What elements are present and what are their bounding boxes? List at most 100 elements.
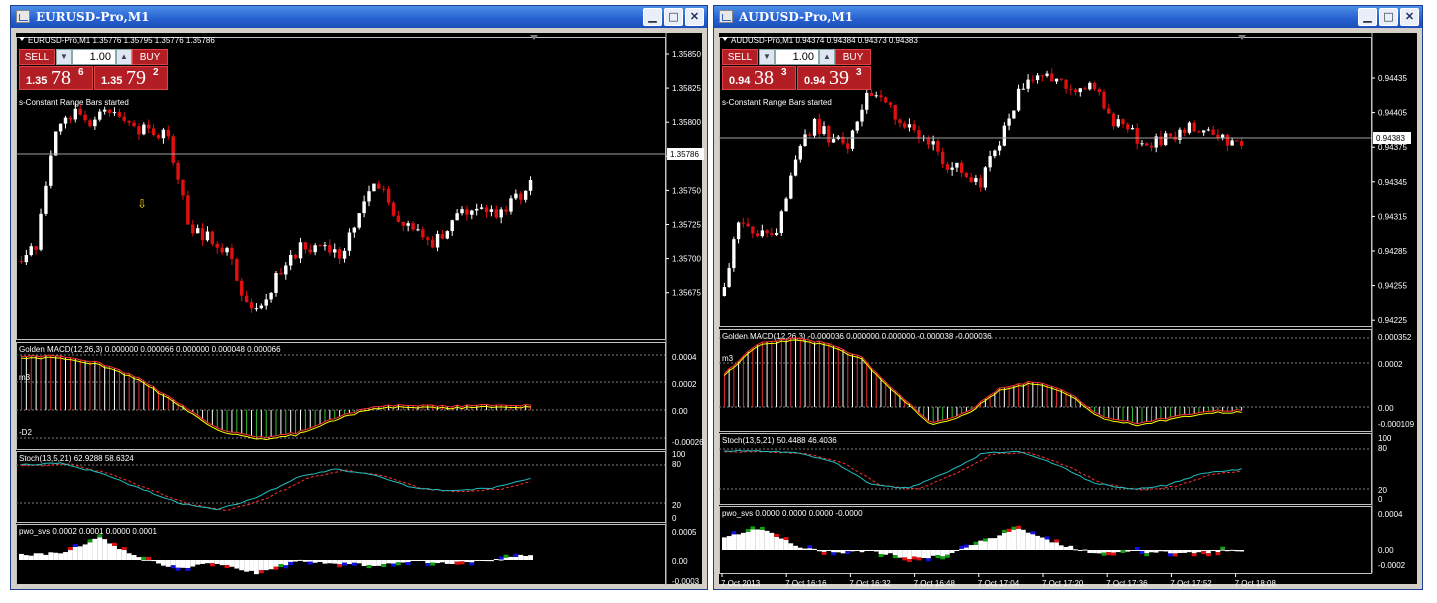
candle-body — [1202, 130, 1206, 133]
bid-price-pips: 78 — [51, 67, 71, 89]
pwo-axis-label: 0.0004 — [1378, 510, 1403, 519]
lot-decrease-button[interactable]: ▼ — [759, 49, 775, 65]
chart-client-area[interactable]: EURUSD-Pro,M1 1.35776 1.35795 1.35776 1.… — [16, 33, 704, 586]
pwo-histogram-bar — [464, 560, 470, 563]
pane-border — [16, 342, 666, 450]
candle-body — [1002, 125, 1007, 146]
pwo-signal-mark — [1134, 546, 1140, 550]
candle-body — [1220, 134, 1225, 138]
candle-body — [874, 95, 878, 97]
pwo-histogram-bar — [136, 557, 142, 560]
pwo-histogram-bar — [883, 550, 889, 555]
candle-body — [465, 209, 469, 215]
pwo-histogram-bar — [400, 560, 406, 563]
pwo-signal-mark — [391, 563, 396, 567]
pwo-histogram-bar — [935, 550, 941, 556]
pwo-axis-label: 0.00 — [672, 557, 688, 566]
sell-button[interactable]: SELL — [19, 49, 55, 65]
pwo-histogram-bar — [160, 560, 166, 566]
pwo-histogram-bar — [807, 548, 813, 550]
maximize-button[interactable]: □ — [1379, 8, 1398, 26]
pwo-signal-mark — [1044, 536, 1050, 540]
pwo-signal-mark — [405, 562, 411, 566]
pwo-histogram-bar — [449, 560, 455, 564]
pwo-histogram-bar — [788, 543, 794, 550]
pwo-histogram-bar — [854, 550, 860, 551]
close-button[interactable]: ✕ — [685, 8, 704, 26]
pwo-histogram-bar — [395, 560, 401, 563]
candle-body — [401, 221, 405, 226]
pwo-histogram-bar — [888, 550, 893, 554]
window-titlebar[interactable]: AUDUSD-Pro,M1 ▁ □ ✕ — [714, 6, 1422, 28]
candle-body — [215, 243, 219, 248]
pwo-signal-mark — [759, 526, 765, 530]
candle-body — [1126, 124, 1130, 130]
pwo-histogram-bar — [43, 554, 49, 560]
candle-body — [450, 220, 454, 232]
pwo-histogram-bar — [1011, 529, 1017, 550]
candle-body — [88, 120, 92, 127]
pwo-signal-mark — [337, 564, 343, 568]
chart-client-area[interactable]: AUDUSD-Pro,M1 0.94374 0.94384 0.94373 0.… — [719, 33, 1419, 586]
pwo-histogram-bar — [72, 546, 78, 560]
bid-price-display[interactable]: 0.94 38 3 — [722, 66, 796, 90]
pwo-signal-mark — [97, 534, 103, 538]
price-axis-label: 1.35725 — [672, 221, 701, 230]
pwo-histogram-bar — [1106, 550, 1112, 553]
pwo-histogram-bar — [726, 536, 732, 550]
candle-body — [210, 231, 215, 244]
candle-body — [1216, 134, 1220, 138]
pwo-histogram-bar — [170, 560, 176, 566]
pwo-histogram-bar — [361, 560, 367, 566]
window-titlebar[interactable]: EURUSD-Pro,M1 ▁ □ ✕ — [11, 6, 707, 28]
ask-price-display[interactable]: 0.94 39 3 — [797, 66, 871, 90]
pwo-histogram-bar — [1187, 550, 1192, 553]
lot-size-input[interactable]: 1.00 — [72, 49, 116, 65]
candle-body — [137, 126, 141, 135]
pwo-signal-mark — [351, 562, 357, 566]
candle-body — [83, 114, 87, 121]
time-axis-label: 7 Oct 16:32 — [849, 579, 891, 586]
pwo-histogram-bar — [239, 560, 245, 571]
lot-increase-button[interactable]: ▲ — [819, 49, 835, 65]
candle-body — [751, 226, 755, 234]
candle-body — [803, 134, 807, 147]
pwo-histogram-bar — [1206, 550, 1211, 554]
pwo-histogram-bar — [151, 560, 157, 562]
pwo-histogram-bar — [1182, 550, 1188, 553]
close-button[interactable]: ✕ — [1400, 8, 1419, 26]
time-axis-label: 7 Oct 17:04 — [978, 579, 1020, 586]
chart-canvas[interactable]: EURUSD-Pro,M1 1.35776 1.35795 1.35776 1.… — [16, 33, 704, 586]
sell-button[interactable]: SELL — [722, 49, 758, 65]
down-arrow-signal-icon: ⇩ — [137, 197, 147, 211]
buy-button[interactable]: BUY — [132, 49, 168, 65]
candle-body — [917, 130, 921, 138]
buy-button[interactable]: BUY — [835, 49, 871, 65]
pwo-histogram-bar — [219, 560, 225, 566]
pwo-histogram-bar — [229, 560, 235, 567]
chart-canvas[interactable]: AUDUSD-Pro,M1 0.94374 0.94384 0.94373 0.… — [719, 33, 1419, 586]
pwo-histogram-bar — [1196, 550, 1202, 553]
maximize-button[interactable]: □ — [664, 8, 683, 26]
pwo-histogram-bar — [518, 554, 524, 560]
candle-body — [127, 120, 131, 123]
candle-body — [993, 150, 997, 157]
candle-body — [784, 198, 788, 212]
lot-decrease-button[interactable]: ▼ — [56, 49, 72, 65]
pwo-histogram-bar — [1130, 550, 1135, 551]
candle-body — [1197, 131, 1201, 133]
candle-body — [171, 136, 175, 163]
minimize-button[interactable]: ▁ — [643, 8, 662, 26]
candle-body — [974, 178, 978, 182]
minimize-button[interactable]: ▁ — [1358, 8, 1377, 26]
lot-increase-button[interactable]: ▲ — [116, 49, 132, 65]
candle-body — [1069, 88, 1073, 90]
candle-body — [274, 273, 278, 293]
pwo-signal-mark — [1172, 553, 1178, 557]
candle-body — [186, 195, 190, 225]
ask-price-display[interactable]: 1.35 79 2 — [94, 66, 168, 90]
lot-size-input[interactable]: 1.00 — [775, 49, 819, 65]
candle-body — [377, 183, 381, 189]
candle-body — [1054, 78, 1059, 82]
bid-price-display[interactable]: 1.35 78 6 — [19, 66, 93, 90]
